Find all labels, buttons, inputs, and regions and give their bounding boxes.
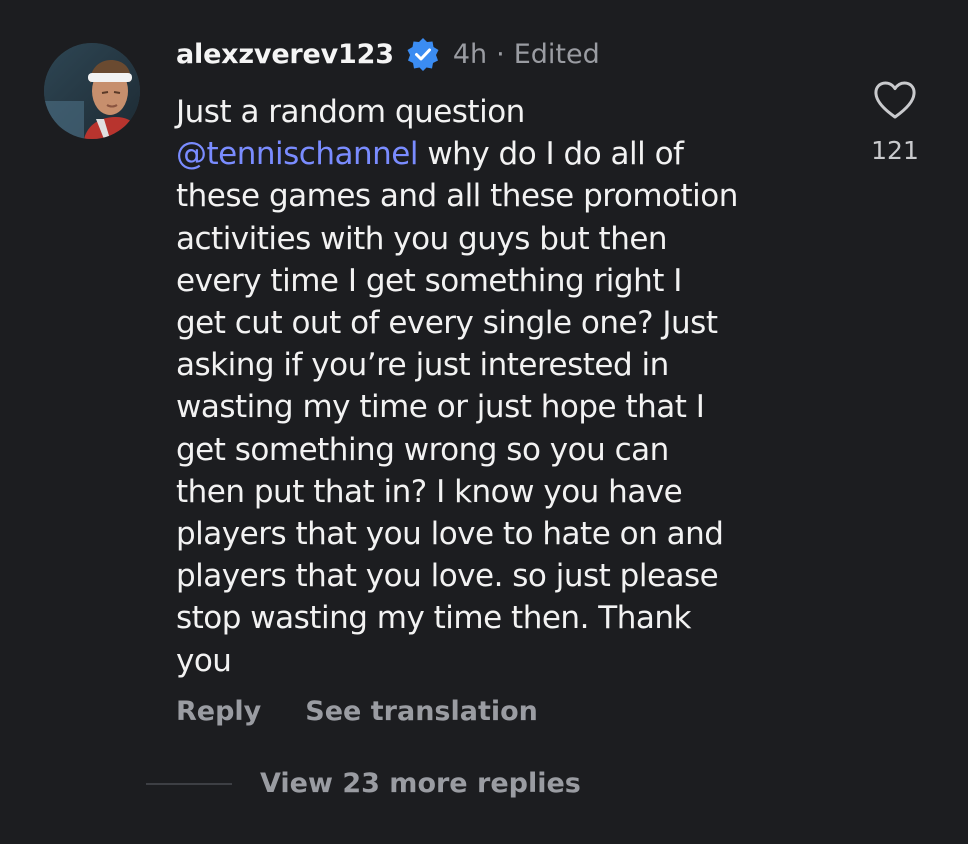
comment-header: alexzverev123 4h · Edited — [176, 34, 600, 74]
comment-body: Just a random question @tennischannel wh… — [176, 91, 856, 682]
comment-actions: Reply See translation — [176, 696, 538, 727]
comment-line: players that you love to hate on and — [176, 516, 724, 553]
comment-line-text: why do I do all of — [417, 136, 684, 173]
view-more-replies-label: View 23 more replies — [260, 768, 581, 799]
edited-label: Edited — [513, 38, 600, 70]
comment-line: get cut out of every single one? Just — [176, 305, 718, 342]
comment-line: wasting my time or just hope that I — [176, 389, 705, 426]
comment-line: activities with you guys but then — [176, 220, 668, 257]
comment-line: every time I get something right I — [176, 262, 682, 299]
comment-line: players that you love. so just please — [176, 558, 719, 595]
see-translation-button[interactable]: See translation — [305, 696, 538, 727]
comment-line: asking if you’re just interested in — [176, 347, 669, 384]
comment-line: then put that in? I know you have — [176, 473, 683, 510]
verified-badge-icon — [406, 37, 440, 71]
comment-line: these games and all these promotion — [176, 178, 738, 215]
comment-line: @tennischannel why do I do all of — [176, 133, 856, 175]
mention-link[interactable]: @tennischannel — [176, 136, 418, 172]
view-more-replies-button[interactable]: View 23 more replies — [146, 768, 581, 799]
like-control: 121 — [866, 80, 924, 165]
comment-line: get something wrong so you can — [176, 431, 669, 468]
replies-divider — [146, 782, 232, 785]
comment-timestamp: 4h — [452, 38, 488, 70]
avatar-image — [44, 43, 140, 139]
avatar[interactable] — [44, 43, 140, 139]
username[interactable]: alexzverev123 — [176, 39, 394, 70]
comment-line: stop wasting my time then. Thank — [176, 600, 691, 637]
like-count: 121 — [871, 136, 919, 165]
reply-button[interactable]: Reply — [176, 696, 261, 727]
separator-dot: · — [496, 38, 505, 70]
comment-line: Just a random question — [176, 94, 525, 130]
heart-icon[interactable] — [873, 80, 917, 120]
comment-line: you — [176, 642, 232, 679]
comment: alexzverev123 4h · Edited Just a random … — [0, 0, 968, 844]
